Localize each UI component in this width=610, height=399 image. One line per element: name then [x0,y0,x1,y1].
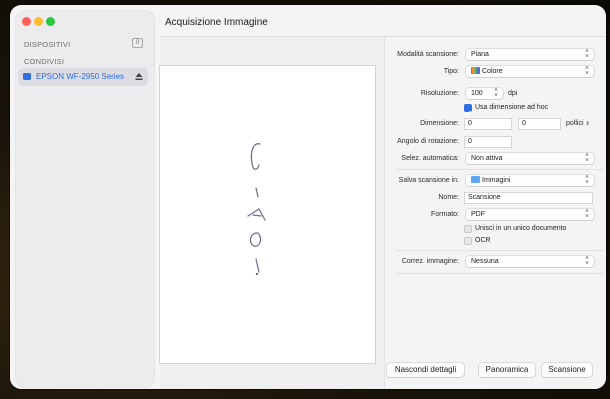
settings-divider [396,169,604,170]
handwriting-image [247,143,266,276]
auto-select-label: Selez. automatica: [401,155,459,162]
chevron-updown-icon: ˄ ˅ [585,49,589,60]
settings-divider [396,273,604,274]
chevron-updown-icon: ˄ ˅ [585,175,589,186]
custom-size-label: Usa dimensione ad hoc [475,104,549,111]
chevron-updown-icon: ˄ ˅ [585,256,589,267]
size-height-input[interactable]: 0 [518,118,561,130]
devices-count-badge: 0 [132,38,143,48]
save-to-label: Salva scansione in: [398,177,459,184]
sidebar-item-epson-scanner[interactable]: EPSON WF-2950 Series [18,68,148,86]
format-popup[interactable]: PDF ˄ ˅ [466,209,594,220]
size-label: Dimensione: [420,120,459,127]
name-label: Nome: [438,194,459,201]
size-unit-popup[interactable]: pollici ⇕ [566,120,590,127]
hide-details-button[interactable]: Nascondi dettagli [387,363,464,377]
save-to-popup[interactable]: Immagini ˄ ˅ [466,175,594,186]
image-correction-value: Nessuna [471,258,499,265]
window-title: Acquisizione Immagine [165,17,268,28]
zoom-window-button[interactable] [46,17,55,26]
scanner-icon [23,73,31,80]
name-input[interactable]: Scansione [464,192,593,204]
format-value: PDF [471,211,485,218]
resolution-unit: dpi [508,90,518,97]
chevron-updown-icon: ˄ ˅ [494,88,498,99]
image-correction-label: Correz. immagine: [401,258,459,265]
chevron-updown-icon: ˄ ˅ [585,66,589,77]
scan-preview-page[interactable] [160,66,375,363]
auto-select-popup[interactable]: Non attiva ˄ ˅ [466,153,594,164]
size-unit-value: pollici [566,120,584,127]
minimize-window-button[interactable] [34,17,43,26]
color-swatch-icon [471,67,480,74]
format-label: Formato: [430,211,459,218]
ocr-label: OCR [475,237,491,244]
close-window-button[interactable] [22,17,31,26]
combine-document-checkbox[interactable] [464,225,472,233]
ocr-checkbox[interactable] [464,237,472,245]
chevron-updown-icon: ⇕ [585,121,590,127]
chevron-updown-icon: ˄ ˅ [585,153,589,164]
eject-icon[interactable] [135,72,143,81]
custom-size-checkbox[interactable] [464,104,472,116]
resolution-label: Risoluzione: [420,90,459,97]
size-width-input[interactable]: 0 [464,118,512,130]
scan-mode-popup[interactable]: Piana ˄ ˅ [466,49,594,60]
rotation-label: Angolo di rotazione: [397,138,459,145]
scan-mode-value: Piana [471,51,489,58]
chevron-updown-icon: ˄ ˅ [585,209,589,220]
devices-section-label: DISPOSITIVI [24,40,71,49]
folder-icon [471,176,480,183]
scanner-window: DISPOSITIVI 0 CONDIVISI EPSON WF-2950 Se… [10,5,606,389]
combine-document-label: Unisci in un unico documento [475,225,567,232]
rotation-input[interactable]: 0 [464,136,512,148]
overview-button[interactable]: Panoramica [479,363,535,377]
scan-mode-label: Modalità scansione: [397,51,459,58]
type-label: Tipo: [443,68,459,75]
save-to-value: Immagini [482,177,511,184]
shared-section-label: CONDIVISI [24,57,65,66]
resolution-value: 100 [471,90,483,97]
settings-divider [396,250,604,251]
scan-button[interactable]: Scansione [542,363,592,377]
resolution-popup[interactable]: 100 ˄ ˅ [466,88,503,99]
auto-select-value: Non attiva [471,155,503,162]
type-value: Colore [482,68,503,75]
checkmark-icon [465,110,471,116]
type-popup[interactable]: Colore ˄ ˅ [466,66,594,77]
device-name: EPSON WF-2950 Series [36,72,125,81]
image-correction-popup[interactable]: Nessuna ˄ ˅ [466,256,594,267]
